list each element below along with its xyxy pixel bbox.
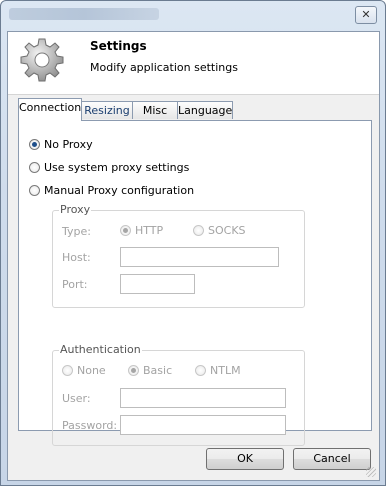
close-button[interactable]: ✕ — [355, 6, 377, 24]
radio-label: None — [77, 364, 106, 377]
cancel-button[interactable]: Cancel — [293, 448, 371, 470]
type-label: Type: — [62, 225, 91, 238]
radio-unchecked-icon — [195, 365, 206, 376]
password-input[interactable] — [120, 415, 286, 435]
group-label: Proxy — [59, 203, 92, 216]
port-label: Port: — [62, 278, 88, 291]
radio-http[interactable]: HTTP — [120, 224, 163, 237]
radio-system-proxy[interactable]: Use system proxy settings — [29, 161, 189, 174]
radio-socks[interactable]: SOCKS — [193, 224, 246, 237]
ok-button[interactable]: OK — [206, 448, 284, 470]
host-input[interactable] — [120, 247, 279, 267]
user-input[interactable] — [120, 388, 286, 408]
dialog-header: Settings Modify application settings — [8, 32, 379, 95]
radio-manual-proxy[interactable]: Manual Proxy configuration — [29, 184, 194, 197]
radio-label: HTTP — [135, 224, 164, 237]
radio-auth-none[interactable]: None — [62, 364, 106, 377]
radio-label: Basic — [143, 364, 173, 377]
group-label: Authentication — [59, 343, 142, 356]
radio-label: Use system proxy settings — [44, 161, 190, 174]
radio-checked-icon — [29, 139, 40, 150]
proxy-group: Proxy Type: HTTP SOCKS Host: Port: — [52, 203, 305, 308]
radio-checked-icon — [128, 365, 139, 376]
close-icon: ✕ — [361, 8, 371, 21]
radio-auth-ntlm[interactable]: NTLM — [195, 364, 241, 377]
radio-label: No Proxy — [44, 138, 93, 151]
page-title: Settings — [90, 39, 147, 53]
connection-panel: No Proxy Use system proxy settings Manua… — [18, 120, 372, 446]
resize-grip[interactable] — [366, 467, 376, 477]
tab-resizing[interactable]: Resizing — [81, 101, 133, 119]
port-input[interactable] — [120, 274, 195, 294]
radio-unchecked-icon — [29, 162, 40, 173]
radio-checked-icon — [120, 225, 131, 236]
page-subtitle: Modify application settings — [90, 61, 238, 74]
password-label: Password: — [62, 419, 118, 432]
tab-misc[interactable]: Misc — [132, 101, 178, 119]
window-title-blurred — [9, 8, 159, 20]
radio-label: Manual Proxy configuration — [44, 184, 195, 197]
user-label: User: — [62, 392, 91, 405]
authentication-group: Authentication None Basic NTLM User: Pas… — [52, 343, 305, 446]
radio-unchecked-icon — [29, 185, 40, 196]
tab-language[interactable]: Language — [177, 101, 233, 119]
tab-connection[interactable]: Connection — [18, 98, 82, 121]
radio-label: NTLM — [210, 364, 241, 377]
gear-icon — [20, 38, 64, 82]
dialog-client: Settings Modify application settings Con… — [7, 31, 380, 481]
radio-unchecked-icon — [193, 225, 204, 236]
radio-unchecked-icon — [62, 365, 73, 376]
dialog-window: ✕ Settings Modify application settings C… — [0, 0, 386, 486]
radio-no-proxy[interactable]: No Proxy — [29, 138, 93, 151]
radio-auth-basic[interactable]: Basic — [128, 364, 172, 377]
title-bar[interactable]: ✕ — [1, 1, 385, 31]
radio-label: SOCKS — [208, 224, 246, 237]
host-label: Host: — [62, 251, 91, 264]
